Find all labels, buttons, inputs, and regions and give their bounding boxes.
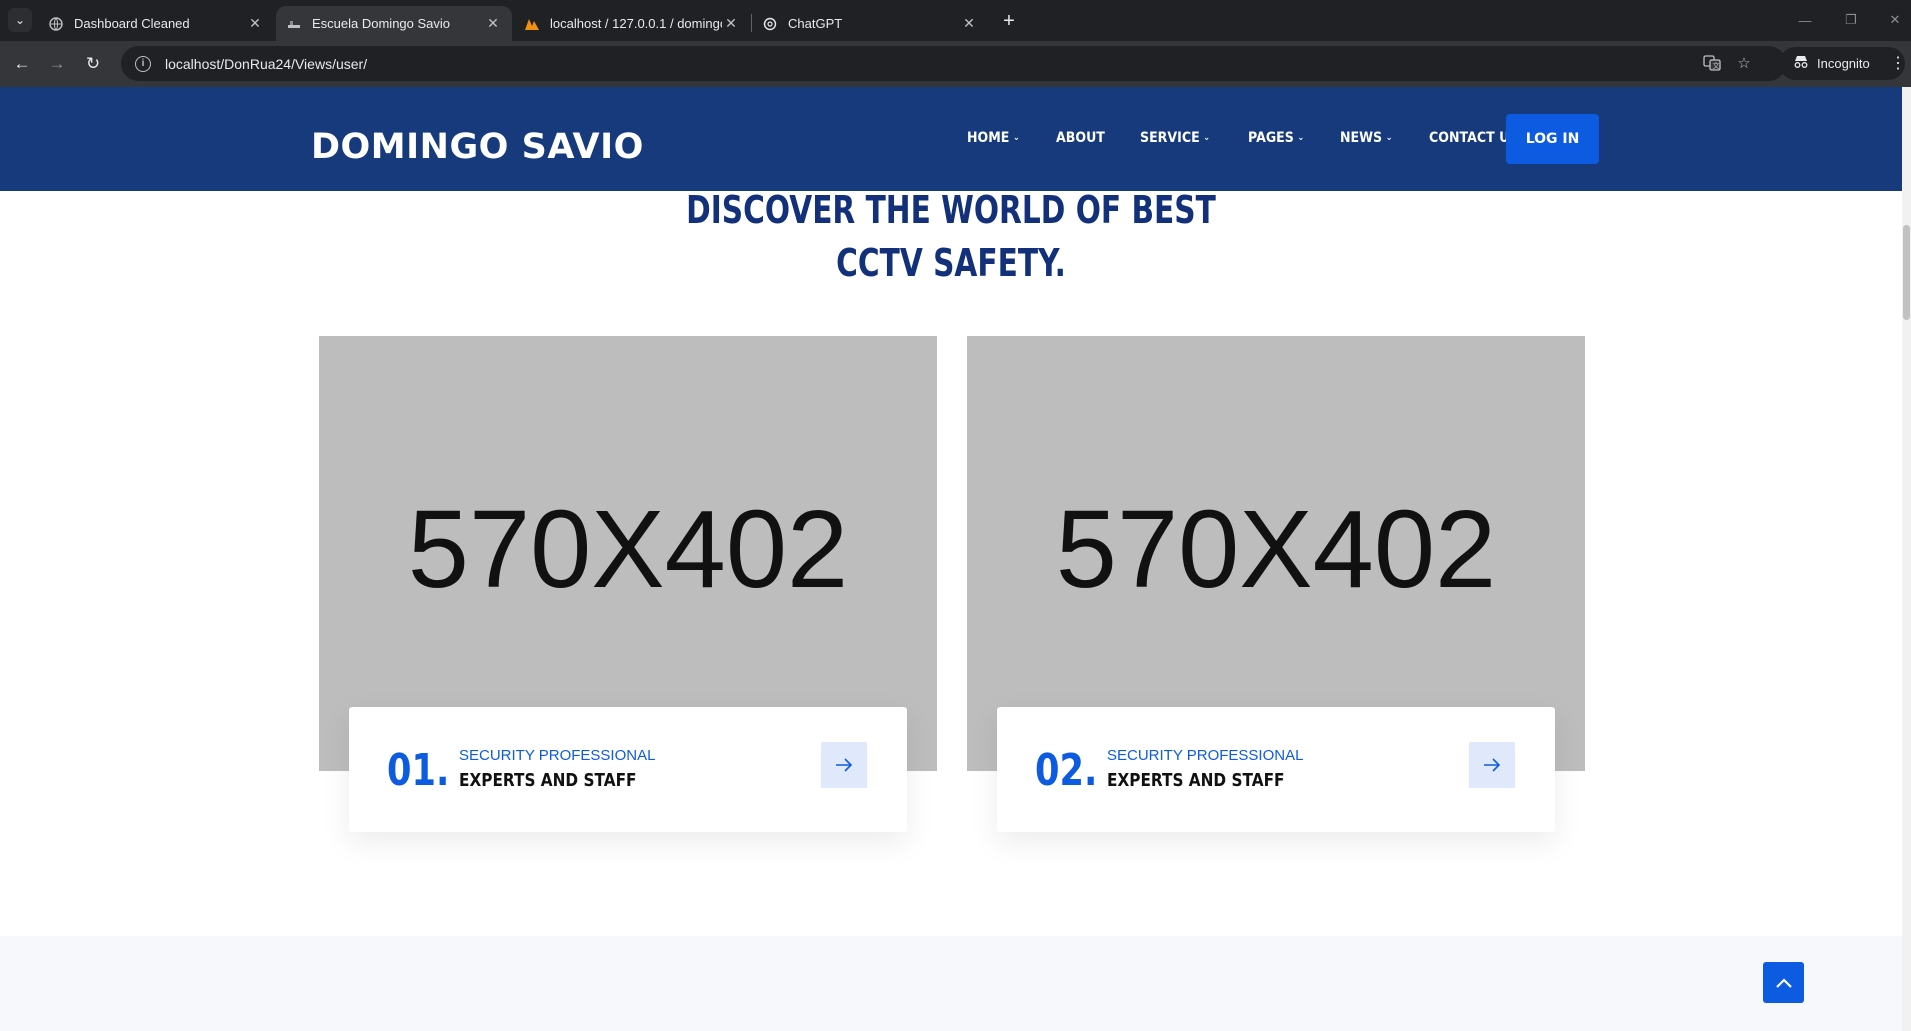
- chevron-up-icon: [1775, 977, 1792, 988]
- translate-icon[interactable]: 文: [1700, 51, 1724, 75]
- site-header: DOMINGO SAVIO HOME ⌄ ABOUT SERVICE ⌄ PAGES…: [0, 87, 1902, 191]
- next-section-background: [0, 936, 1902, 1031]
- nav-label: SERVICE: [1140, 130, 1200, 146]
- address-bar[interactable]: i localhost/DonRua24/Views/user/: [121, 46, 1786, 81]
- site-info-icon[interactable]: i: [135, 55, 151, 72]
- nav-about[interactable]: ABOUT: [1056, 130, 1105, 146]
- browser-tab-bar: ⌄ Dashboard Cleaned ✕ Escuela Domingo Sa…: [0, 0, 1911, 41]
- site-icon: [286, 16, 302, 32]
- service-info-box-2: 02. SECURITY PROFESSIONAL EXPERTS AND ST…: [997, 707, 1555, 832]
- tab-title: ChatGPT: [788, 16, 843, 31]
- incognito-badge[interactable]: Incognito: [1779, 47, 1905, 80]
- browser-toolbar: ← → ↻ i localhost/DonRua24/Views/user/ 文…: [0, 41, 1911, 87]
- service-subtitle: SECURITY PROFESSIONAL: [459, 747, 656, 764]
- service-image-1: 570X402: [319, 336, 937, 771]
- login-button[interactable]: LOG IN: [1506, 114, 1599, 164]
- url-text: localhost/DonRua24/Views/user/: [165, 55, 368, 72]
- site-logo[interactable]: DOMINGO SAVIO: [311, 127, 644, 167]
- main-nav: HOME ⌄ ABOUT SERVICE ⌄ PAGES ⌄ NEWS ⌄ CONTAC…: [967, 130, 1558, 146]
- close-icon[interactable]: ✕: [722, 15, 740, 32]
- phpmyadmin-icon: [524, 16, 540, 32]
- heading-line-1: DISCOVER THE WORLD OF BEST: [686, 188, 1216, 232]
- svg-text:文: 文: [1713, 61, 1720, 70]
- new-tab-button[interactable]: +: [996, 8, 1022, 34]
- chevron-down-icon: ⌄: [1386, 133, 1393, 143]
- globe-icon: [48, 16, 64, 32]
- image-placeholder-text: 570X402: [407, 488, 849, 611]
- service-info-box-1: 01. SECURITY PROFESSIONAL EXPERTS AND ST…: [349, 707, 907, 832]
- service-image-2: 570X402: [967, 336, 1585, 771]
- arrow-right-icon[interactable]: [821, 742, 867, 788]
- close-icon[interactable]: ✕: [246, 15, 264, 32]
- close-window-icon[interactable]: ✕: [1880, 8, 1910, 32]
- browser-menu-icon[interactable]: ⋮: [1890, 53, 1906, 73]
- restore-icon[interactable]: ❐: [1836, 8, 1866, 32]
- arrow-right-icon[interactable]: [1469, 742, 1515, 788]
- nav-label: HOME: [967, 130, 1010, 146]
- service-number: 01.: [387, 745, 450, 796]
- heading-line-2: CCTV SAFETY.: [836, 241, 1066, 285]
- service-subtitle: SECURITY PROFESSIONAL: [1107, 747, 1304, 764]
- nav-service[interactable]: SERVICE ⌄: [1140, 130, 1210, 146]
- service-title[interactable]: EXPERTS AND STAFF: [459, 770, 636, 791]
- nav-label: NEWS: [1340, 130, 1383, 146]
- forward-icon[interactable]: →: [44, 51, 70, 77]
- tab-chatgpt[interactable]: ChatGPT ✕: [752, 6, 988, 41]
- nav-contact[interactable]: CONTACT US: [1429, 130, 1518, 146]
- nav-news[interactable]: NEWS ⌄: [1340, 130, 1393, 146]
- incognito-icon: [1793, 55, 1809, 72]
- tab-escuela[interactable]: Escuela Domingo Savio ✕: [276, 6, 512, 41]
- tab-title: localhost / 127.0.0.1 / domingo: [550, 16, 722, 31]
- nav-label: CONTACT US: [1428, 130, 1519, 146]
- nav-pages[interactable]: PAGES ⌄: [1248, 130, 1304, 146]
- chevron-down-icon: ⌄: [1203, 133, 1211, 143]
- service-number: 02.: [1035, 745, 1098, 796]
- chevron-down-icon: ⌄: [1297, 133, 1305, 143]
- nav-home[interactable]: HOME ⌄: [967, 130, 1020, 146]
- nav-label: PAGES: [1247, 130, 1294, 146]
- chevron-down-icon: ⌄: [1013, 133, 1020, 143]
- tab-dashboard[interactable]: Dashboard Cleaned ✕: [38, 6, 274, 41]
- bookmark-star-icon[interactable]: ☆: [1732, 51, 1756, 75]
- close-icon[interactable]: ✕: [960, 15, 978, 32]
- image-placeholder-text: 570X402: [1055, 488, 1497, 611]
- scroll-to-top-button[interactable]: [1763, 962, 1804, 1003]
- section-heading: DISCOVER THE WORLD OF BEST CCTV SAFETY.: [0, 184, 1902, 290]
- nav-label: ABOUT: [1055, 130, 1105, 146]
- back-icon[interactable]: ←: [9, 51, 35, 77]
- close-icon[interactable]: ✕: [484, 15, 502, 32]
- chatgpt-icon: [762, 16, 778, 32]
- tab-title: Dashboard Cleaned: [74, 16, 190, 31]
- tab-phpmyadmin[interactable]: localhost / 127.0.0.1 / domingo ✕: [514, 6, 750, 41]
- incognito-label: Incognito: [1817, 56, 1870, 71]
- tab-search-button[interactable]: ⌄: [8, 8, 32, 32]
- reload-icon[interactable]: ↻: [80, 51, 106, 77]
- minimize-icon[interactable]: —: [1790, 8, 1820, 32]
- service-title[interactable]: EXPERTS AND STAFF: [1107, 770, 1284, 791]
- tab-title: Escuela Domingo Savio: [312, 16, 451, 31]
- scrollbar-thumb[interactable]: [1903, 225, 1910, 320]
